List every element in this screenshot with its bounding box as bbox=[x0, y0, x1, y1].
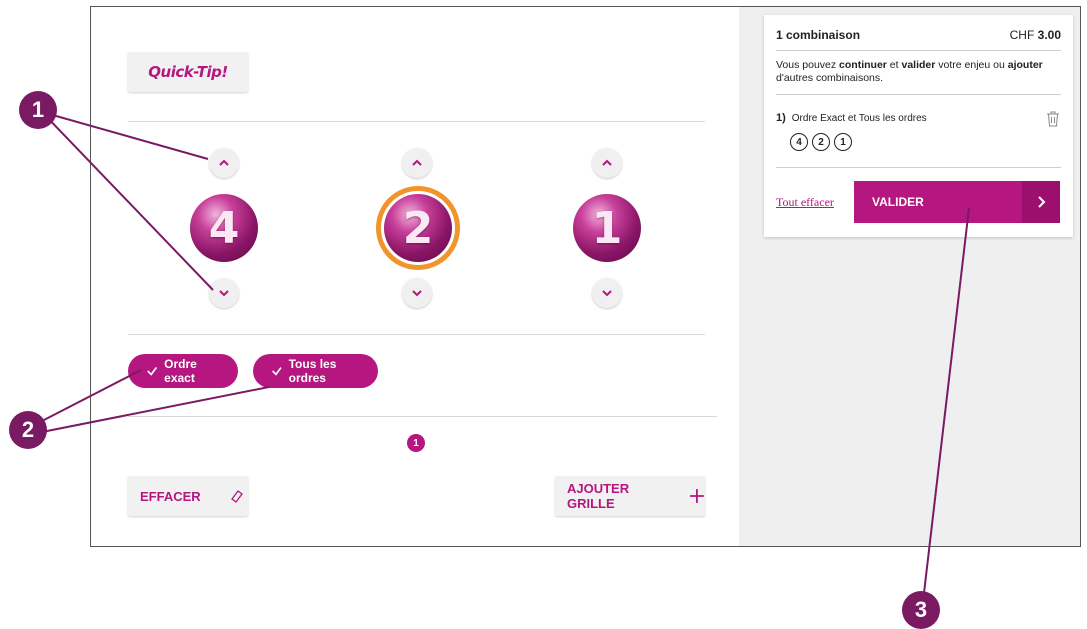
ticket-price: CHF 3.00 bbox=[1010, 28, 1061, 42]
check-icon bbox=[147, 367, 158, 376]
chevron-down-icon bbox=[219, 290, 229, 297]
price-value: 3.00 bbox=[1037, 28, 1061, 42]
ball-number: 2 bbox=[402, 202, 434, 254]
page-indicator[interactable]: 1 bbox=[407, 434, 425, 452]
ball-number: 1 bbox=[591, 202, 623, 254]
option-exact-label: Ordre exact bbox=[164, 357, 197, 385]
ball: 1 bbox=[573, 194, 641, 262]
option-exact-order[interactable]: Ordre exact bbox=[128, 354, 238, 388]
annotation-badge-2: 2 bbox=[9, 411, 47, 449]
trash-icon[interactable] bbox=[1046, 111, 1060, 127]
ticket-panel: 1 combinaison CHF 3.00 Vous pouvez conti… bbox=[764, 15, 1073, 237]
eraser-icon bbox=[230, 490, 243, 503]
add-grid-label: AJOUTER GRILLE bbox=[567, 481, 630, 511]
annotation-badge-3: 3 bbox=[902, 591, 940, 629]
divider bbox=[128, 121, 705, 122]
quick-tip-label: Quick-Tip! bbox=[148, 63, 228, 81]
add-grid-button[interactable]: AJOUTER GRILLE bbox=[555, 476, 705, 516]
divider bbox=[776, 94, 1061, 95]
validate-label: VALIDER bbox=[872, 195, 924, 209]
entry-number: 4 bbox=[790, 133, 808, 151]
check-icon bbox=[272, 367, 282, 376]
plus-icon bbox=[690, 489, 705, 503]
number-ball-1[interactable]: 4 bbox=[184, 188, 264, 268]
ticket-header: 1 combinaison CHF 3.00 bbox=[776, 28, 1061, 42]
entry-number: 2 bbox=[812, 133, 830, 151]
combination-count: 1 combinaison bbox=[776, 28, 861, 42]
chevron-up-icon bbox=[602, 159, 612, 166]
ball-1-down-button[interactable] bbox=[209, 278, 239, 308]
chevron-down-icon bbox=[602, 290, 612, 297]
clear-all-link[interactable]: Tout effacer bbox=[776, 195, 834, 210]
ball: 2 bbox=[384, 194, 452, 262]
divider bbox=[128, 416, 717, 417]
ticket-entry: 1) Ordre Exact et Tous les ordres bbox=[776, 112, 927, 124]
ball-1-up-button[interactable] bbox=[209, 148, 239, 178]
number-ball-2[interactable]: 2 bbox=[376, 186, 460, 270]
chevron-down-icon bbox=[412, 290, 422, 297]
ticket-info: Vous pouvez continuer et valider votre e… bbox=[776, 59, 1043, 84]
divider bbox=[776, 167, 1061, 168]
chevron-up-icon bbox=[412, 159, 422, 166]
clear-label: EFFACER bbox=[140, 488, 201, 504]
ball-2-down-button[interactable] bbox=[402, 278, 432, 308]
clear-button[interactable]: EFFACER bbox=[128, 476, 248, 516]
entry-index: 1) bbox=[776, 112, 786, 124]
chevron-right-icon bbox=[1022, 181, 1060, 223]
option-all-orders[interactable]: Tous les ordres bbox=[253, 354, 378, 388]
option-all-label: Tous les ordres bbox=[288, 357, 337, 385]
validate-button[interactable]: VALIDER bbox=[854, 181, 1060, 223]
annotation-badge-1: 1 bbox=[19, 91, 57, 129]
ball-3-up-button[interactable] bbox=[592, 148, 622, 178]
number-ball-3[interactable]: 1 bbox=[567, 188, 647, 268]
ball-number: 4 bbox=[208, 202, 240, 254]
entry-number: 1 bbox=[834, 133, 852, 151]
currency: CHF bbox=[1009, 28, 1035, 42]
divider bbox=[128, 334, 705, 335]
ball-2-up-button[interactable] bbox=[402, 148, 432, 178]
chevron-up-icon bbox=[219, 159, 229, 166]
entry-label: Ordre Exact et Tous les ordres bbox=[791, 113, 927, 124]
divider bbox=[776, 50, 1061, 51]
entry-numbers: 4 2 1 bbox=[790, 133, 852, 151]
page-number: 1 bbox=[413, 437, 419, 449]
quick-tip-button[interactable]: Quick-Tip! bbox=[128, 52, 248, 92]
ball-3-down-button[interactable] bbox=[592, 278, 622, 308]
ball: 4 bbox=[190, 194, 258, 262]
